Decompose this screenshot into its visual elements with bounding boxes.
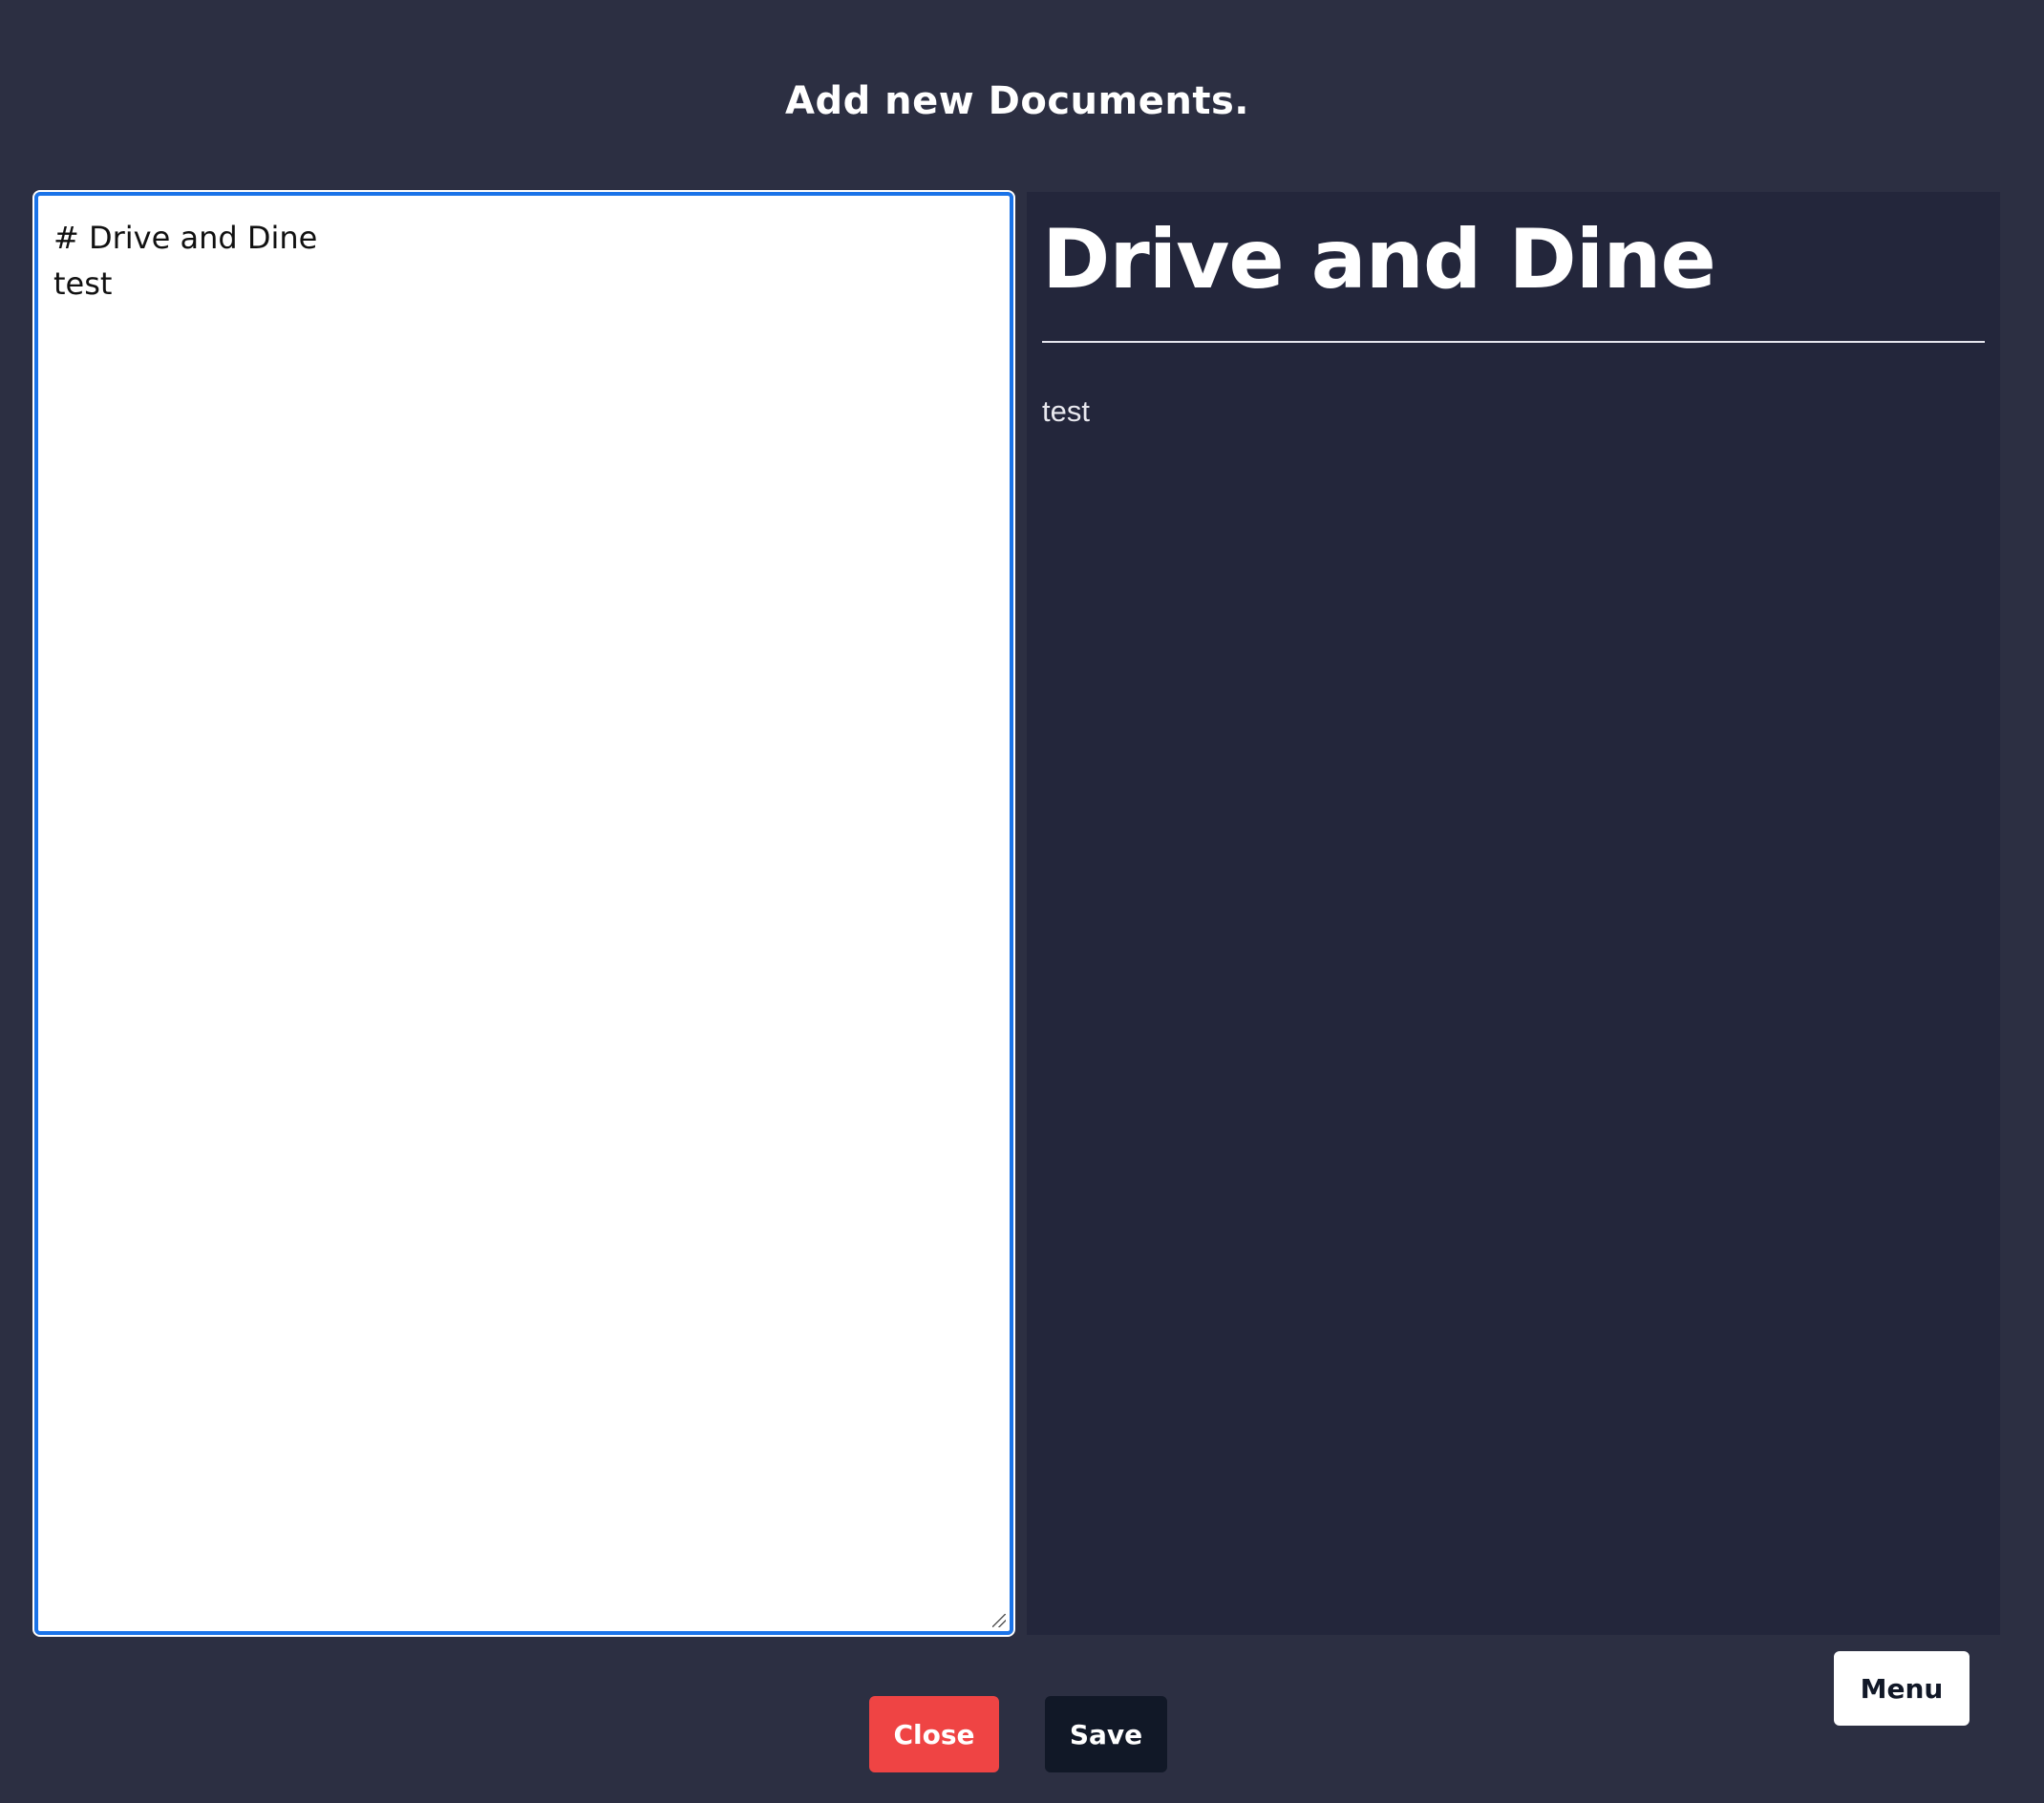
markdown-editor-container <box>32 190 1015 1637</box>
markdown-editor-textarea[interactable] <box>38 196 1010 1631</box>
page-title: Add new Documents. <box>785 79 1249 123</box>
menu-button[interactable]: Menu <box>1834 1651 1969 1726</box>
save-button[interactable]: Save <box>1045 1696 1167 1772</box>
close-button[interactable]: Close <box>869 1696 999 1772</box>
resize-grip-icon[interactable] <box>992 1614 1006 1627</box>
markdown-preview-pane: Drive and Dine test <box>1027 192 2000 1635</box>
preview-heading: Drive and Dine <box>1042 212 1716 308</box>
preview-heading-divider <box>1042 341 1985 343</box>
preview-body-text: test <box>1042 394 1090 428</box>
